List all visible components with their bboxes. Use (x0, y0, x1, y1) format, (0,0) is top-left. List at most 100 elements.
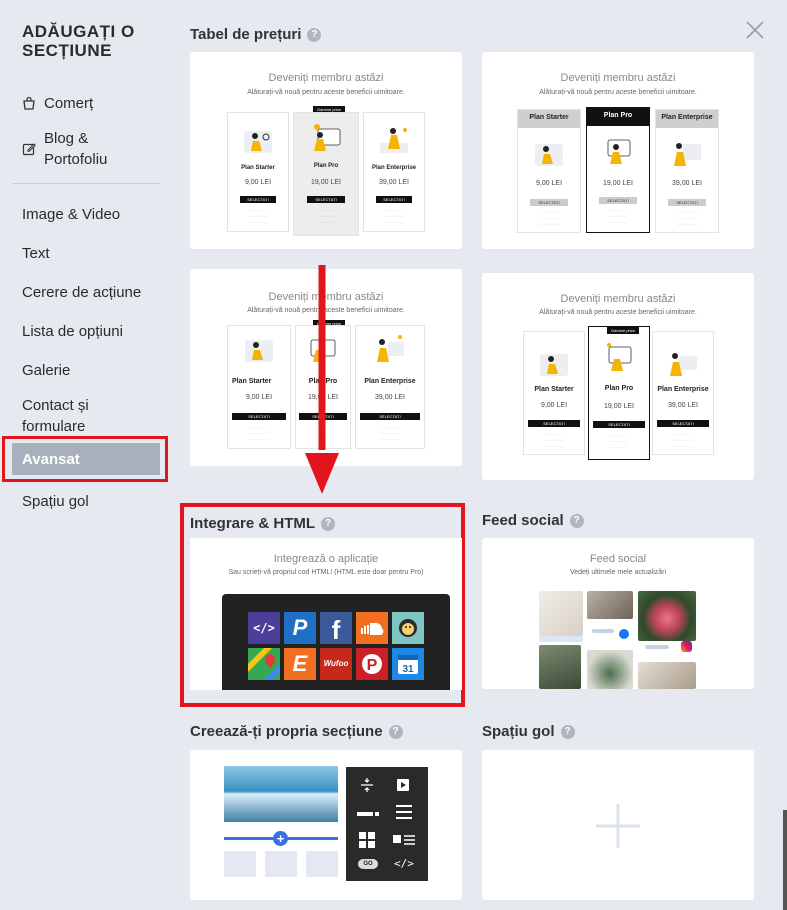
feed-photo (638, 591, 696, 641)
plan-card: Plan Enterprise 39,00 LEI SELECTAȚI · · … (355, 325, 425, 449)
mailchimp-icon (392, 612, 424, 644)
card-subtitle: Vedeți ultimele mele actualizări (569, 569, 667, 576)
plan-name: Plan Starter (241, 165, 275, 171)
help-icon[interactable]: ? (307, 27, 322, 42)
integration-card[interactable]: Integrează o aplicație Sau scrieți-vă pr… (190, 538, 462, 690)
card-title: Feed social (589, 553, 647, 565)
help-icon[interactable]: ? (569, 513, 584, 528)
instagram-icon (681, 641, 692, 652)
person-illustration-icon (540, 354, 568, 376)
help-icon[interactable]: ? (321, 516, 336, 531)
custom-section-card[interactable]: + GO </> (190, 750, 462, 900)
feed-card[interactable]: Feed social Vedeți ultimele mele actuali… (482, 538, 754, 689)
card-title: Deveniți membru astăzi (268, 291, 384, 303)
person-illustration-icon (314, 124, 341, 151)
plan-button: SELECTAȚI (668, 199, 706, 206)
plan-card: Plan Pro 19,00 LEI SELECTAȚI · · · · · ·… (295, 325, 351, 449)
plan-tag: Gamme price (607, 327, 640, 334)
plan-features: · · · · · · · · · · · · · · · · · · · · · … (315, 208, 337, 225)
sidebar: ADĂUGAȚI O SECȚIUNE Comerț Blog & Portof… (0, 0, 170, 910)
sidebar-item-comert[interactable]: Comerț (22, 93, 93, 114)
plan-header: Plan Starter (518, 110, 580, 128)
html-code-icon: </> (248, 612, 280, 644)
card-title: Integrează o aplicație (273, 553, 379, 565)
sidebar-item-blank[interactable]: Spațiu gol (22, 491, 89, 512)
shopping-bag-icon (224, 851, 256, 877)
wufoo-icon: Wufoo (320, 648, 352, 680)
sidebar-item-gallery[interactable]: Galerie (22, 360, 70, 381)
plus-icon (596, 804, 640, 848)
calendar-icon: 31 (392, 648, 424, 680)
close-icon[interactable] (744, 19, 766, 41)
plan-name: Plan Pro (308, 378, 338, 385)
go-button-icon: GO (358, 859, 378, 869)
help-icon[interactable]: ? (560, 724, 575, 739)
plan-price: 9,00 LEI (244, 179, 272, 186)
pricing-heading: Tabel de prețuri ? (190, 26, 322, 43)
sidebar-item-text[interactable]: Text (22, 243, 50, 264)
card-title: Deveniți membru astăzi (268, 72, 384, 84)
plan-features: · · · · · · · · · · · · · · · · · · · · · … (379, 425, 401, 442)
plan-name: Plan Enterprise (661, 114, 713, 121)
plan-features: · · · · · · · · · · · · · · · · · · · · · … (672, 432, 694, 449)
spacing-icon (361, 778, 373, 792)
plan-header: Plan Pro (587, 108, 649, 126)
glacier-image (224, 766, 338, 822)
card-title: Deveniți membru astăzi (560, 293, 676, 305)
google-maps-icon (248, 648, 280, 680)
blank-section-card[interactable] (482, 750, 754, 900)
plan-name: Plan Pro (603, 112, 633, 119)
person-illustration-icon (244, 131, 272, 153)
plan-card-highlighted: Plan Pro 19,00 LEI SELECTAȚI · · · · · ·… (586, 107, 650, 233)
person-illustration-icon (674, 143, 701, 166)
grid-icon (359, 832, 375, 848)
help-icon[interactable]: ? (388, 724, 403, 739)
sidebar-item-list[interactable]: Lista de opțiuni (22, 321, 123, 342)
plan-name: Plan Starter (534, 386, 574, 393)
sidebar-item-blog[interactable]: Blog & Portofoliu (22, 128, 142, 170)
plan-features: · · · · · · · · · · · · · · · · · · · · · … (543, 432, 565, 449)
card-subtitle: Alăturați-vă nouă pentru aceste benefici… (247, 307, 405, 314)
feed-caption-bar (539, 636, 583, 642)
plan-features: · · · · · · · · · · · · · · · · · · · · · … (607, 208, 629, 225)
shopping-bag-icon (306, 851, 338, 877)
plan-price: 39,00 LEI (379, 179, 409, 186)
plan-features: · · · · · · · · · · · · · · · · · · · · · … (383, 208, 405, 225)
pricing-template-1[interactable]: Deveniți membru astăzi Alăturați-vă nouă… (190, 52, 462, 249)
edit-icon (22, 143, 36, 156)
plan-features: · · · · · · · · · · · · · · · · · · · · · … (247, 208, 269, 225)
person-illustration-icon (535, 144, 563, 166)
feed-caption-bar (592, 629, 614, 633)
plan-card-highlighted: Plan Pro 19,00 LEI SELECTAȚI · · · · · ·… (293, 112, 359, 236)
pricing-template-3[interactable]: Deveniți membru astăzi Alăturați-vă nouă… (190, 269, 462, 466)
plan-button: SELECTAȚI (656, 420, 710, 427)
plan-price: 19,00 LEI (308, 394, 338, 401)
sidebar-item-cta[interactable]: Cerere de acțiune (22, 282, 141, 303)
scrollbar-thumb[interactable] (783, 810, 787, 910)
plan-card: Plan Starter 9,00 LEI SELECTAȚI · · · · … (523, 331, 585, 455)
person-illustration-icon (607, 343, 632, 371)
pinterest-icon: P (356, 648, 388, 680)
plan-button: SELECTAȚI (231, 413, 287, 420)
pricing-template-2[interactable]: Deveniți membru astăzi Alăturați-vă nouă… (482, 52, 754, 249)
plan-card: Plan Starter 9,00 LEI SELECTAȚI · · · · … (517, 109, 581, 233)
sidebar-item-contact[interactable]: Contact și formulare (22, 395, 132, 437)
plan-features: · · · · · · · · · · · · · · · · · · · · · … (676, 210, 698, 227)
sidebar-item-label: Comerț (44, 95, 94, 112)
feed-photo (587, 591, 633, 619)
plan-name: Plan Enterprise (657, 386, 709, 393)
shopping-bag-icon (265, 851, 297, 877)
plan-price: 39,00 LEI (672, 180, 702, 187)
app-panel: </> P f E Wufoo P 31 (222, 594, 450, 690)
sidebar-item-advanced[interactable]: Avansat (12, 443, 160, 475)
soundcloud-icon (356, 612, 388, 644)
custom-heading: Creează-ți propria secțiune ? (190, 723, 403, 740)
person-illustration-icon (377, 335, 404, 362)
custom-heading-text: Creează-ți propria secțiune (190, 723, 383, 740)
plan-price: 19,00 LEI (311, 179, 341, 186)
plan-name: Plan Pro (313, 163, 339, 169)
plan-name: Plan Starter (529, 114, 569, 121)
pricing-template-4[interactable]: Deveniți membru astăzi Alăturați-vă nouă… (482, 273, 754, 480)
sidebar-item-image-video[interactable]: Image & Video (22, 204, 120, 225)
blank-heading-text: Spațiu gol (482, 723, 555, 740)
